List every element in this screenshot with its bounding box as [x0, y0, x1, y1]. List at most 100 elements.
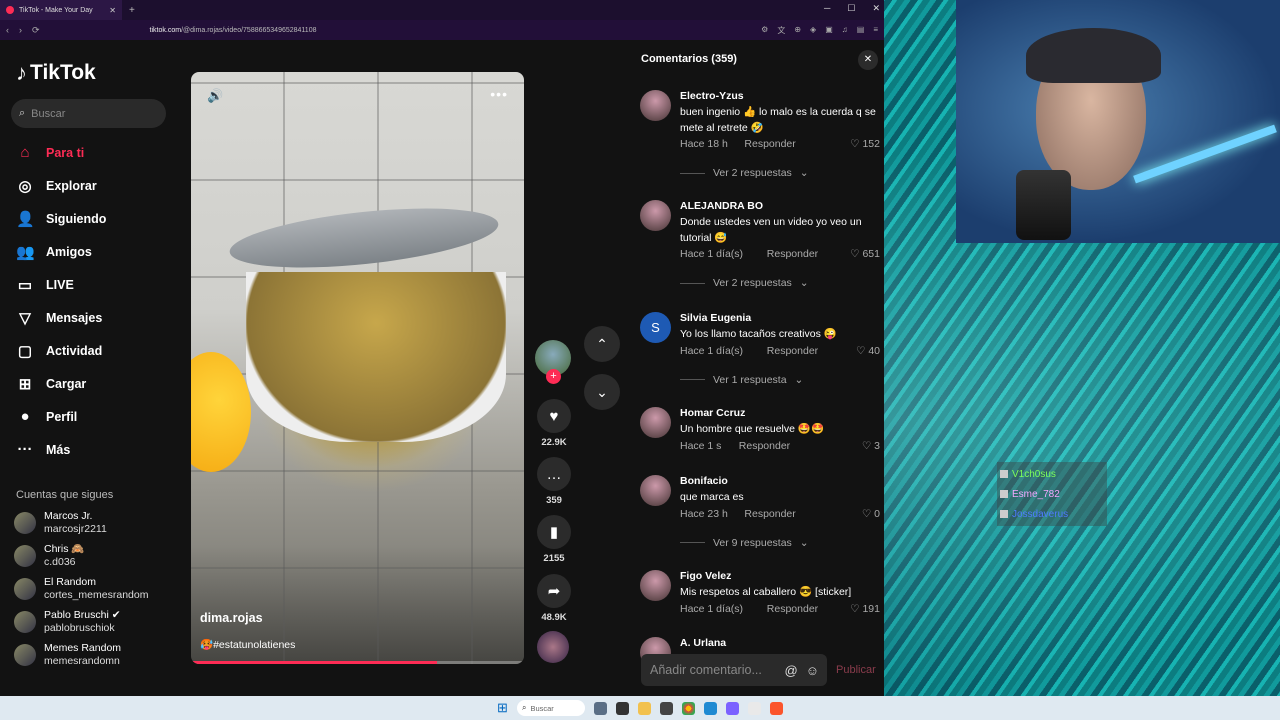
comment-like-button[interactable]: ♡ 191 — [850, 603, 880, 615]
sidebar-item-siguiendo[interactable]: 👤 Siguiendo — [16, 210, 106, 228]
sidebar-item-más[interactable]: ··· Más — [16, 441, 71, 458]
task-view-icon[interactable] — [593, 701, 607, 715]
maximize-icon[interactable]: ☐ — [847, 3, 855, 14]
store-icon[interactable] — [659, 701, 673, 715]
search-input[interactable]: ⌕ Buscar — [11, 99, 166, 128]
back-button[interactable]: ‹ — [6, 25, 9, 35]
comment-author[interactable]: A. Urlana — [680, 637, 726, 649]
reload-button[interactable]: ⟳ — [32, 25, 40, 36]
reply-button[interactable]: Responder — [744, 138, 795, 150]
comment-author[interactable]: Electro-Yzus — [680, 90, 744, 102]
follow-plus-icon[interactable]: + — [546, 369, 561, 384]
browser-tab[interactable]: TikTok - Make Your Day ✕ — [0, 0, 122, 20]
sidebar-item-perfil[interactable]: ● Perfil — [16, 408, 77, 425]
discord-icon[interactable] — [725, 701, 739, 715]
comment-input[interactable]: Añadir comentario... @ ☺ — [641, 654, 827, 686]
video-progress-bar[interactable] — [191, 661, 524, 664]
following-account[interactable]: Pablo Bruschi ✔ pablobruschiok — [14, 609, 121, 635]
avatar[interactable] — [640, 90, 671, 121]
avatar[interactable] — [640, 407, 671, 438]
sidebar-item-cargar[interactable]: ⊞ Cargar — [16, 375, 87, 393]
bookmark-icon[interactable]: ▮ — [537, 515, 571, 549]
new-tab-button[interactable]: + — [129, 5, 135, 16]
url-field[interactable]: tiktok.com/@dima.rojas/video/75886653496… — [150, 27, 317, 34]
reply-button[interactable]: Responder — [767, 603, 818, 615]
sidebar-item-label: Cargar — [46, 377, 87, 391]
comment-like-button[interactable]: ♡ 40 — [856, 345, 880, 357]
avatar[interactable] — [640, 475, 671, 506]
avatar[interactable]: S — [640, 312, 671, 343]
avatar[interactable] — [640, 570, 671, 601]
like-action[interactable]: ♥ 22.9K — [535, 399, 573, 448]
widgets-icon[interactable] — [615, 701, 629, 715]
sidebar-item-para-ti[interactable]: ⌂ Para ti — [16, 144, 84, 161]
chrome-icon[interactable] — [681, 701, 695, 715]
following-account[interactable]: Marcos Jr. marcosjr2211 — [14, 510, 107, 536]
close-window-icon[interactable]: ✕ — [872, 3, 880, 14]
comment-time: Hace 1 día(s) — [680, 602, 744, 615]
video-hashtag[interactable]: 🥵#estatunolatienes — [200, 638, 295, 651]
close-comments-button[interactable]: ✕ — [858, 50, 878, 70]
app-icon[interactable] — [747, 701, 761, 715]
comment-author[interactable]: ALEJANDRA BO — [680, 200, 763, 212]
previous-video-button[interactable]: ⌃ — [584, 326, 620, 362]
tiktok-logo[interactable]: ♪ TikTok — [16, 60, 96, 86]
comment-like-button[interactable]: ♡ 3 — [862, 440, 880, 452]
share-icon[interactable]: ➦ — [537, 574, 571, 608]
menu-icon[interactable]: ≡ — [873, 25, 878, 36]
comment-like-button[interactable]: ♡ 0 — [862, 508, 880, 520]
minimize-icon[interactable]: ─ — [824, 3, 830, 14]
reply-button[interactable]: Responder — [767, 248, 818, 260]
sidebar-item-explorar[interactable]: ◎ Explorar — [16, 177, 96, 195]
reply-button[interactable]: Responder — [739, 440, 790, 452]
save-action[interactable]: ▮ 2155 — [535, 515, 573, 564]
following-account[interactable]: El Random cortes_memesrandom — [14, 576, 148, 602]
video-player[interactable]: 🔊 ••• dima.rojas 🥵#estatunolatienes — [191, 72, 524, 664]
video-more-icon[interactable]: ••• — [490, 86, 508, 102]
extensions-icon[interactable]: ⚙ — [761, 25, 768, 36]
brave-icon[interactable] — [769, 701, 783, 715]
mention-icon[interactable]: @ — [785, 663, 798, 678]
zoom-icon[interactable]: ⊕ — [794, 25, 801, 36]
view-replies-button[interactable]: Ver 1 respuesta ⌄ — [680, 374, 803, 386]
post-comment-button[interactable]: Publicar — [836, 664, 876, 676]
comment-author[interactable]: Figo Velez — [680, 570, 731, 582]
comment-author[interactable]: Homar Ccruz — [680, 407, 745, 419]
comment-icon[interactable]: … — [537, 457, 571, 491]
brave-shield-icon[interactable]: ◈ — [810, 25, 816, 36]
avatar[interactable] — [640, 200, 671, 231]
comment-action[interactable]: … 359 — [535, 457, 573, 506]
close-tab-icon[interactable]: ✕ — [109, 6, 116, 15]
reply-button[interactable]: Responder — [744, 508, 795, 520]
sidebar-item-live[interactable]: ▭ LIVE — [16, 276, 74, 294]
view-replies-button[interactable]: Ver 9 respuestas ⌄ — [680, 537, 809, 549]
translate-icon[interactable]: 文 — [777, 25, 785, 36]
music-disc-avatar[interactable] — [537, 631, 569, 663]
emoji-icon[interactable]: ☺ — [806, 663, 819, 678]
playlist-icon[interactable]: ♫ — [842, 25, 848, 36]
taskbar-search[interactable]: ⌕ Buscar — [516, 700, 585, 716]
comment-author[interactable]: Bonifacio — [680, 475, 728, 487]
reply-button[interactable]: Responder — [767, 345, 818, 357]
view-replies-button[interactable]: Ver 2 respuestas ⌄ — [680, 277, 809, 289]
sidebar-item-actividad[interactable]: ▢ Actividad — [16, 342, 102, 360]
share-action[interactable]: ➦ 48.9K — [535, 574, 573, 623]
forward-button[interactable]: › — [19, 25, 22, 35]
file-explorer-icon[interactable] — [637, 701, 651, 715]
heart-icon[interactable]: ♥ — [537, 399, 571, 433]
wallet-icon[interactable]: ▤ — [857, 25, 865, 36]
view-replies-button[interactable]: Ver 2 respuestas ⌄ — [680, 167, 809, 179]
edge-icon[interactable] — [703, 701, 717, 715]
comment-like-button[interactable]: ♡ 651 — [850, 248, 880, 260]
volume-icon[interactable]: 🔊 — [207, 88, 223, 104]
following-account[interactable]: Memes Random memesrandomn — [14, 642, 121, 668]
comment-like-button[interactable]: ♡ 152 — [850, 138, 880, 150]
screenshot-icon[interactable]: ▣ — [825, 25, 833, 36]
comment-author[interactable]: Silvia Eugenia — [680, 312, 751, 324]
windows-start-icon[interactable]: ⊞ — [497, 700, 508, 716]
next-video-button[interactable]: ⌄ — [584, 374, 620, 410]
sidebar-item-mensajes[interactable]: ▽ Mensajes — [16, 309, 102, 327]
sidebar-item-amigos[interactable]: 👥 Amigos — [16, 243, 92, 261]
following-account[interactable]: Chris 🙈 c.d036 — [14, 543, 85, 569]
video-author[interactable]: dima.rojas — [200, 611, 263, 625]
